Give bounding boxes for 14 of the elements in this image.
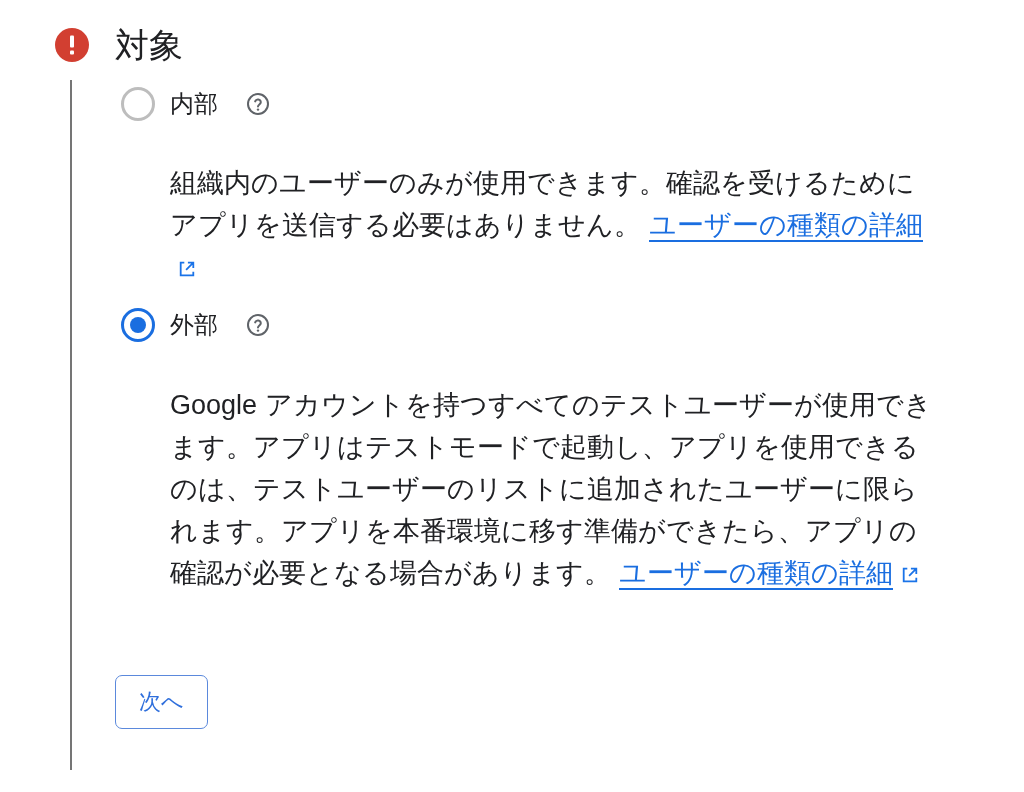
help-icon[interactable] xyxy=(246,92,270,116)
external-link-icon[interactable] xyxy=(178,260,196,278)
section-title: 対象 xyxy=(115,25,183,66)
option-label[interactable]: 内部 xyxy=(170,87,218,121)
option-label[interactable]: 外部 xyxy=(170,308,218,342)
learn-more-link[interactable]: ユーザーの種類の詳細 xyxy=(619,558,893,590)
radio-button[interactable] xyxy=(121,308,155,342)
next-button[interactable]: 次へ xyxy=(115,675,208,729)
learn-more-link[interactable]: ユーザーの種類の詳細 xyxy=(649,210,923,242)
description-text: Google アカウントを持つすべてのテストユーザーが使用できます。アプリはテストモードで起動し、アプリを使用できるのは、テストユーザーのリストに追加されたユーザーに限られます。アプリを本番環境に移す準備ができたら、アプリの確認が必要となる場合があります。 ユーザーの種類の詳細 xyxy=(170,389,933,592)
description-text: 組織内のユーザーのみが使用できます。確認を受けるためにアプリを送信する必要はありません。 ユーザーの種類の詳細 xyxy=(170,162,935,288)
radio-button[interactable] xyxy=(121,87,155,121)
external-link-icon[interactable] xyxy=(901,566,919,584)
help-icon[interactable] xyxy=(246,313,270,337)
